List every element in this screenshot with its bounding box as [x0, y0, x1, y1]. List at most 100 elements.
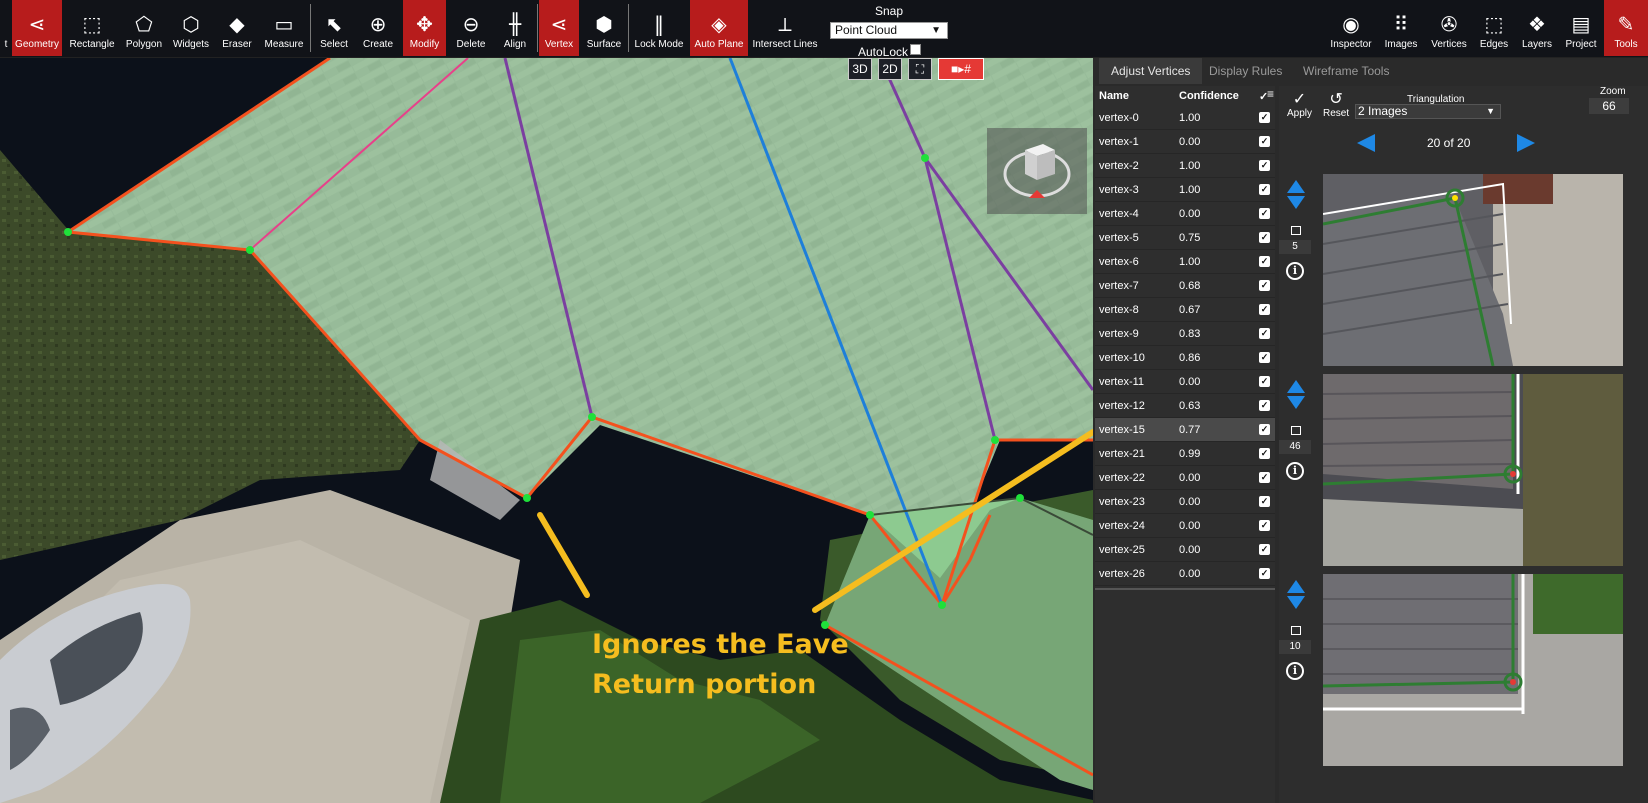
- polygon-button[interactable]: ⬠ Polygon: [122, 0, 166, 56]
- measure-button[interactable]: ▭ Measure: [262, 0, 306, 56]
- layers-button[interactable]: ❖ Layers: [1516, 0, 1558, 56]
- 3d-viewport[interactable]: Ignores the Eave Return portion: [0, 58, 1093, 803]
- reset-button[interactable]: ↺ Reset: [1323, 90, 1349, 120]
- table-row[interactable]: vertex-22 0.00 ✓: [1095, 466, 1275, 490]
- geometry-button[interactable]: ⋖ Geometry: [12, 0, 62, 56]
- camera-grid-toggle[interactable]: ■▸ #: [938, 58, 984, 80]
- menu-icon[interactable]: ≡: [1267, 87, 1274, 101]
- toolbar-cutoff-item[interactable]: t: [0, 0, 12, 56]
- autolock-checkbox[interactable]: [910, 44, 921, 55]
- vertex-checkbox[interactable]: ✓: [1259, 328, 1270, 339]
- auto-plane-button[interactable]: ◈ Auto Plane: [690, 0, 748, 56]
- rectangle-button[interactable]: ⬚ Rectangle: [66, 0, 118, 56]
- lock-mode-button[interactable]: ‖ Lock Mode: [632, 0, 686, 56]
- next-arrow-icon[interactable]: [1517, 134, 1535, 152]
- table-row[interactable]: vertex-26 0.00 ✓: [1095, 562, 1275, 586]
- widgets-button[interactable]: ⬡ Widgets: [170, 0, 212, 56]
- info-icon[interactable]: i: [1286, 662, 1304, 680]
- view-2d-button[interactable]: 2D: [878, 58, 902, 80]
- vertex-checkbox[interactable]: ✓: [1259, 160, 1270, 171]
- vertex-checkbox[interactable]: ✓: [1259, 424, 1270, 435]
- square-icon[interactable]: [1291, 626, 1301, 635]
- project-button[interactable]: ▤ Project: [1560, 0, 1602, 56]
- vertex-checkbox[interactable]: ✓: [1259, 520, 1270, 531]
- surface-button[interactable]: ⬢ Surface: [584, 0, 624, 56]
- table-row[interactable]: vertex-7 0.68 ✓: [1095, 274, 1275, 298]
- table-row[interactable]: vertex-1 0.00 ✓: [1095, 130, 1275, 154]
- table-row[interactable]: vertex-8 0.67 ✓: [1095, 298, 1275, 322]
- view-3d-button[interactable]: 3D: [848, 58, 872, 80]
- create-button[interactable]: ⊕ Create: [358, 0, 398, 56]
- vertex-checkbox[interactable]: ✓: [1259, 184, 1270, 195]
- table-row[interactable]: vertex-6 1.00 ✓: [1095, 250, 1275, 274]
- vertex-checkbox[interactable]: ✓: [1259, 448, 1270, 459]
- vertex-checkbox[interactable]: ✓: [1259, 112, 1270, 123]
- modify-button[interactable]: ✥ Modify: [403, 0, 446, 56]
- vertex-checkbox[interactable]: ✓: [1259, 208, 1270, 219]
- tab-display-rules[interactable]: Display Rules: [1197, 58, 1294, 84]
- vertex-checkbox[interactable]: ✓: [1259, 544, 1270, 555]
- move-down-icon[interactable]: [1287, 196, 1305, 209]
- move-up-icon[interactable]: [1287, 380, 1305, 393]
- table-row[interactable]: vertex-5 0.75 ✓: [1095, 226, 1275, 250]
- table-row[interactable]: vertex-3 1.00 ✓: [1095, 178, 1275, 202]
- vertices-button[interactable]: ✇ Vertices: [1426, 0, 1472, 56]
- vertex-checkbox[interactable]: ✓: [1259, 232, 1270, 243]
- check-icon: ✓: [1292, 89, 1307, 108]
- eraser-button[interactable]: ◆ Eraser: [218, 0, 256, 56]
- table-row[interactable]: vertex-21 0.99 ✓: [1095, 442, 1275, 466]
- tab-wireframe-tools[interactable]: Wireframe Tools: [1291, 58, 1401, 84]
- vertex-checkbox[interactable]: ✓: [1259, 376, 1270, 387]
- apply-button[interactable]: ✓ Apply: [1287, 89, 1312, 120]
- table-row[interactable]: vertex-2 1.00 ✓: [1095, 154, 1275, 178]
- vertex-checkbox[interactable]: ✓: [1259, 352, 1270, 363]
- move-down-icon[interactable]: [1287, 396, 1305, 409]
- vertex-checkbox[interactable]: ✓: [1259, 496, 1270, 507]
- table-row[interactable]: vertex-11 0.00 ✓: [1095, 370, 1275, 394]
- move-up-icon[interactable]: [1287, 180, 1305, 193]
- edges-button[interactable]: ⬚ Edges: [1474, 0, 1514, 56]
- table-row[interactable]: vertex-12 0.63 ✓: [1095, 394, 1275, 418]
- fullscreen-button[interactable]: ⛶: [908, 58, 932, 80]
- info-icon[interactable]: i: [1286, 262, 1304, 280]
- vertex-checkbox[interactable]: ✓: [1259, 472, 1270, 483]
- align-button[interactable]: ╫ Align: [496, 0, 534, 56]
- vertex-checkbox[interactable]: ✓: [1259, 400, 1270, 411]
- vertex-button[interactable]: ⋖ Vertex: [539, 0, 579, 56]
- image-thumbnail-2[interactable]: [1323, 374, 1623, 566]
- images-button[interactable]: ⠿ Images: [1378, 0, 1424, 56]
- move-up-icon[interactable]: [1287, 580, 1305, 593]
- table-row[interactable]: vertex-9 0.83 ✓: [1095, 322, 1275, 346]
- table-row[interactable]: vertex-4 0.00 ✓: [1095, 202, 1275, 226]
- table-row[interactable]: vertex-25 0.00 ✓: [1095, 538, 1275, 562]
- table-row[interactable]: vertex-15 0.77 ✓: [1095, 418, 1275, 442]
- select-button[interactable]: ⬉ Select: [314, 0, 354, 56]
- triangulation-dropdown[interactable]: 2 Images ▼: [1355, 104, 1501, 119]
- tab-adjust-vertices[interactable]: Adjust Vertices: [1099, 58, 1203, 84]
- vertex-checkbox[interactable]: ✓: [1259, 304, 1270, 315]
- square-icon[interactable]: [1291, 426, 1301, 435]
- info-icon[interactable]: i: [1286, 462, 1304, 480]
- table-row[interactable]: vertex-0 1.00 ✓: [1095, 106, 1275, 130]
- image-thumbnail-1[interactable]: [1323, 174, 1623, 366]
- image-thumbnail-3[interactable]: [1323, 574, 1623, 766]
- intersect-lines-button[interactable]: ⟂ Intersect Lines: [752, 0, 818, 56]
- vertex-checkbox[interactable]: ✓: [1259, 568, 1270, 579]
- tools-button[interactable]: ✎ Tools: [1604, 0, 1648, 56]
- zoom-input[interactable]: 66: [1589, 98, 1629, 114]
- prev-arrow-icon[interactable]: [1357, 134, 1375, 152]
- inspector-button[interactable]: ◉ Inspector: [1326, 0, 1376, 56]
- lock-mode-icon: ‖: [654, 12, 664, 36]
- vertex-checkbox[interactable]: ✓: [1259, 280, 1270, 291]
- snap-dropdown[interactable]: Point Cloud ▼: [830, 22, 948, 39]
- table-row[interactable]: vertex-24 0.00 ✓: [1095, 514, 1275, 538]
- app-window: Ignores the Eave Return portion t ⋖ Geom…: [0, 0, 1648, 803]
- vertex-checkbox[interactable]: ✓: [1259, 256, 1270, 267]
- vertex-checkbox[interactable]: ✓: [1259, 136, 1270, 147]
- orientation-cube[interactable]: [987, 128, 1087, 214]
- square-icon[interactable]: [1291, 226, 1301, 235]
- table-row[interactable]: vertex-10 0.86 ✓: [1095, 346, 1275, 370]
- delete-button[interactable]: ⊖ Delete: [451, 0, 491, 56]
- table-row[interactable]: vertex-23 0.00 ✓: [1095, 490, 1275, 514]
- move-down-icon[interactable]: [1287, 596, 1305, 609]
